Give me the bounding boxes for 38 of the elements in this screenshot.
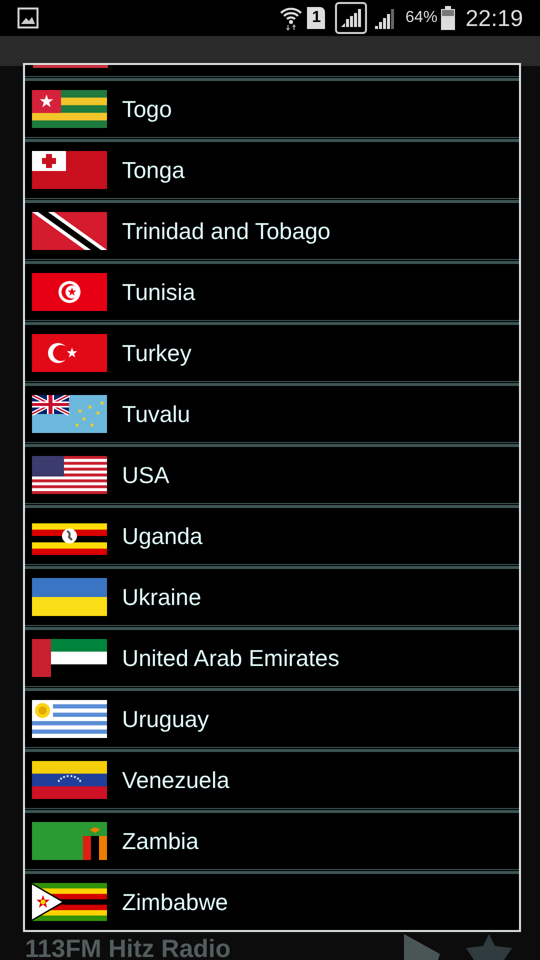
clock: 22:19 (465, 4, 523, 33)
country-name: Uganda (122, 522, 203, 551)
country-item[interactable]: Togo (25, 81, 519, 137)
battery-icon (441, 6, 456, 30)
country-name: Ukraine (122, 582, 202, 612)
country-name: Uruguay (122, 704, 209, 734)
country-item[interactable]: Tuvalu (25, 386, 519, 442)
star-icon[interactable] (464, 934, 514, 960)
country-name: USA (122, 460, 170, 490)
country-name: Tonga (122, 156, 185, 185)
country-item[interactable]: USA (25, 447, 519, 503)
play-icon[interactable] (402, 934, 442, 960)
country-item[interactable]: Zimbabwe (25, 874, 519, 930)
country-name: Tuvalu (122, 400, 190, 429)
country-item[interactable]: Turkey (25, 325, 519, 381)
battery-percent: 64% (405, 8, 438, 28)
country-item[interactable]: United Arab Emirates (25, 630, 519, 686)
sim-card-icon: 1 (307, 7, 326, 29)
country-name: Tunisia (122, 278, 196, 307)
country-name: Zambia (122, 826, 199, 856)
country-item[interactable]: Trinidad and Tobago (25, 203, 519, 259)
country-name: Togo (122, 94, 172, 124)
country-name: United Arab Emirates (122, 644, 340, 673)
signal-icon (335, 2, 368, 34)
image-icon (17, 7, 39, 29)
country-name: Venezuela (122, 766, 230, 795)
country-item[interactable]: Zambia (25, 813, 519, 869)
country-name: Turkey (122, 338, 192, 368)
country-item[interactable]: Tunisia (25, 264, 519, 320)
wifi-icon (279, 5, 304, 31)
country-name: Zimbabwe (122, 888, 228, 917)
station-title: 113FM Hitz Radio (25, 936, 231, 960)
country-item[interactable]: Ukraine (25, 569, 519, 625)
country-item[interactable]: Uganda (25, 508, 519, 564)
country-item[interactable]: Uruguay (25, 691, 519, 747)
country-item[interactable]: Venezuela (25, 752, 519, 808)
country-name: Trinidad and Tobago (122, 216, 330, 246)
country-item[interactable]: Tonga (25, 142, 519, 198)
